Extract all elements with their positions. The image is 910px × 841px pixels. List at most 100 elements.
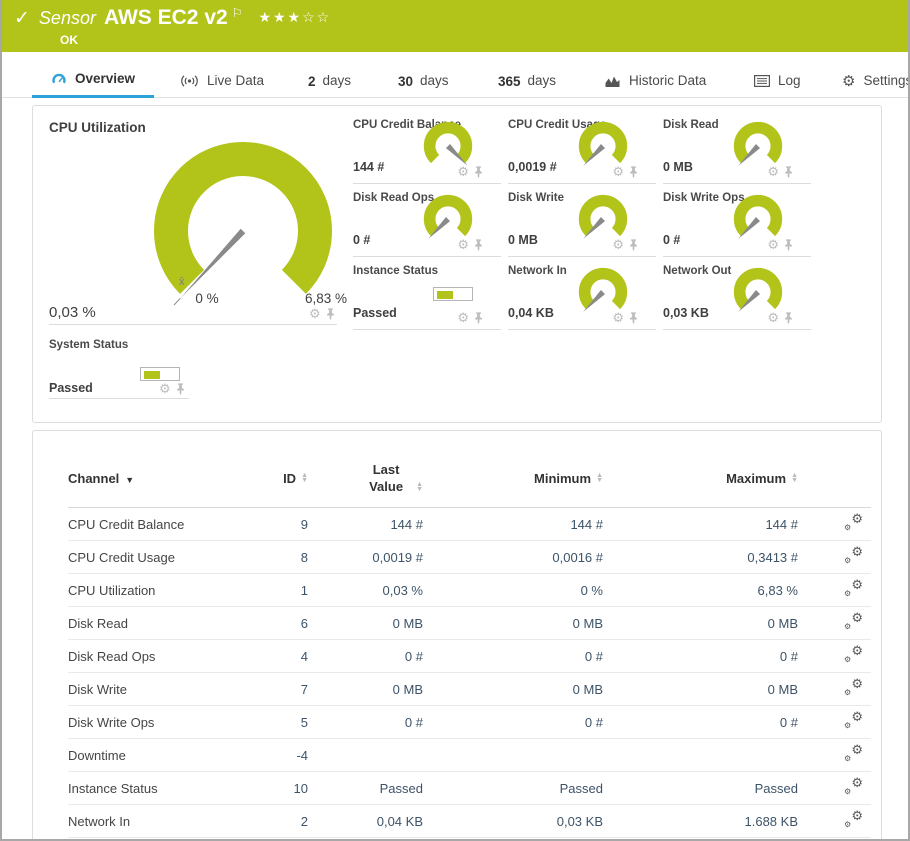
column-header-channel[interactable]: Channel▼ — [68, 455, 243, 508]
gear-icon[interactable]: ⚙ — [159, 382, 171, 395]
flag-icon: ⚐ — [232, 6, 243, 20]
pin-icon[interactable] — [176, 383, 185, 395]
gauge-cell-instance-status[interactable]: Instance StatusPassed⚙ — [353, 257, 501, 330]
edit-channel-icon[interactable]: ⚙⚙ — [844, 712, 863, 729]
gear-icon[interactable]: ⚙ — [612, 311, 624, 324]
edit-channel-icon[interactable]: ⚙⚙ — [844, 514, 863, 531]
cell-actions: ⚙⚙ — [798, 508, 871, 541]
cell-channel: Disk Read — [68, 607, 243, 640]
gauge-cell-disk-write-ops[interactable]: Disk Write Ops0 #⚙ — [663, 184, 811, 257]
gauge-cell-value: 0 MB — [663, 160, 693, 174]
tab-30-days[interactable]: 30days — [398, 64, 449, 98]
gauge-min-label: 0 % — [177, 291, 237, 306]
tab-2-days[interactable]: 2days — [308, 64, 351, 98]
column-header-id[interactable]: ID▲▼ — [243, 455, 308, 508]
cell-maximum: 0,3413 # — [603, 541, 798, 574]
system-status-widget[interactable] — [140, 367, 180, 381]
table-row[interactable]: Instance Status10PassedPassedPassed⚙⚙ — [68, 772, 871, 805]
gear-icon[interactable]: ⚙ — [612, 238, 624, 251]
edit-channel-icon[interactable]: ⚙⚙ — [844, 547, 863, 564]
gear-icon[interactable]: ⚙ — [457, 311, 469, 324]
cell-channel: Downtime — [68, 739, 243, 772]
cell-id: 6 — [243, 607, 308, 640]
gauge-cell-disk-write[interactable]: Disk Write0 MB⚙ — [508, 184, 656, 257]
edit-channel-icon[interactable]: ⚙⚙ — [844, 778, 863, 795]
gauge-cell-title: Disk Read — [663, 119, 719, 131]
pin-icon[interactable] — [784, 166, 793, 178]
edit-channel-icon[interactable]: ⚙⚙ — [844, 646, 863, 663]
cell-minimum: 0,0016 # — [423, 541, 603, 574]
priority-stars[interactable]: ★★★☆☆ — [258, 9, 331, 26]
edit-channel-icon[interactable]: ⚙⚙ — [844, 580, 863, 597]
pin-icon[interactable] — [784, 239, 793, 251]
gauge-cell-disk-read-ops[interactable]: Disk Read Ops0 #⚙ — [353, 184, 501, 257]
cell-channel: Disk Write Ops — [68, 706, 243, 739]
cell-minimum: 0 MB — [423, 607, 603, 640]
sensor-title: AWS EC2 v2 — [104, 6, 228, 30]
table-row[interactable]: Network In20,04 KB0,03 KB1.688 KB⚙⚙ — [68, 805, 871, 838]
gauges-panel: CPU Utilization x̄ 0 % 6,83 % 0,03 % ⚙ S… — [32, 105, 882, 423]
pin-icon[interactable] — [784, 312, 793, 324]
gauge-cell-disk-read[interactable]: Disk Read 0 MB ⚙ — [663, 111, 811, 184]
column-header-last-value[interactable]: Last Value▲▼ — [308, 455, 423, 508]
gauge-cell-actions: ⚙ — [767, 311, 793, 324]
cell-channel: CPU Credit Balance — [68, 508, 243, 541]
tab-365-days[interactable]: 365days — [498, 64, 556, 98]
pin-icon[interactable] — [326, 308, 335, 320]
table-row[interactable]: Disk Write70 MB0 MB0 MB⚙⚙ — [68, 673, 871, 706]
gauge-cell-actions: ⚙ — [457, 165, 483, 178]
edit-channel-icon[interactable]: ⚙⚙ — [844, 613, 863, 630]
tab-historic-data[interactable]: Historic Data — [604, 64, 706, 98]
gauge-cell-cpu-credit-usage[interactable]: CPU Credit Usage0,0019 #⚙ — [508, 111, 656, 184]
pin-icon[interactable] — [629, 312, 638, 324]
gauge-cell-actions: ⚙ — [457, 311, 483, 324]
edit-channel-icon[interactable]: ⚙⚙ — [844, 811, 863, 828]
pin-icon[interactable] — [474, 239, 483, 251]
cell-last-value: Passed — [308, 772, 423, 805]
status-check-icon: ✓ — [14, 7, 30, 30]
pin-icon[interactable] — [629, 239, 638, 251]
gauge-cell-value: 0 MB — [508, 233, 538, 247]
gauge-cell-cpu-credit-balance[interactable]: CPU Credit Balance144 #⚙ — [353, 111, 501, 184]
tab-live-data[interactable]: Live Data — [180, 64, 264, 98]
gear-icon[interactable]: ⚙ — [612, 165, 624, 178]
gauge-cell-value: 0,03 KB — [663, 306, 709, 320]
gear-icon[interactable]: ⚙ — [767, 238, 779, 251]
tab-log[interactable]: Log — [754, 64, 801, 98]
table-row[interactable]: Disk Read60 MB0 MB0 MB⚙⚙ — [68, 607, 871, 640]
column-header-minimum[interactable]: Minimum▲▼ — [423, 455, 603, 508]
tab-settings[interactable]: ⚙Settings — [842, 64, 910, 98]
table-row[interactable]: Disk Read Ops40 #0 #0 #⚙⚙ — [68, 640, 871, 673]
cell-id: 9 — [243, 508, 308, 541]
gear-icon[interactable]: ⚙ — [767, 165, 779, 178]
tab-label: Historic Data — [629, 73, 706, 88]
tab-overview[interactable]: Overview — [32, 64, 154, 98]
gear-icon[interactable]: ⚙ — [767, 311, 779, 324]
sort-desc-icon: ▼ — [125, 475, 134, 485]
table-row[interactable]: CPU Utilization10,03 %0 %6,83 %⚙⚙ — [68, 574, 871, 607]
column-header-maximum[interactable]: Maximum▲▼ — [603, 455, 798, 508]
gear-icon[interactable]: ⚙ — [457, 165, 469, 178]
edit-channel-icon[interactable]: ⚙⚙ — [844, 679, 863, 696]
pin-icon[interactable] — [474, 166, 483, 178]
cell-id: 8 — [243, 541, 308, 574]
gauge-cell-network-out[interactable]: Network Out0,03 KB⚙ — [663, 257, 811, 330]
gauge-cell-network-in[interactable]: Network In0,04 KB⚙ — [508, 257, 656, 330]
table-row[interactable]: Downtime-4⚙⚙ — [68, 739, 871, 772]
table-row[interactable]: CPU Credit Balance9144 #144 #144 #⚙⚙ — [68, 508, 871, 541]
cell-minimum: 0,03 KB — [423, 805, 603, 838]
table-row[interactable]: CPU Credit Usage80,0019 #0,0016 #0,3413 … — [68, 541, 871, 574]
pin-icon[interactable] — [629, 166, 638, 178]
table-row[interactable]: Disk Write Ops50 #0 #0 #⚙⚙ — [68, 706, 871, 739]
pin-icon[interactable] — [474, 312, 483, 324]
gauge-cell-actions: ⚙ — [612, 238, 638, 251]
edit-channel-icon[interactable]: ⚙⚙ — [844, 745, 863, 762]
cell-channel: CPU Credit Usage — [68, 541, 243, 574]
cpu-utilization-gauge[interactable] — [133, 136, 353, 316]
gauge-cell-value: 144 # — [353, 160, 384, 174]
gauge-max-label: 6,83 % — [291, 291, 361, 306]
cell-maximum: 0 MB — [603, 607, 798, 640]
gear-icon[interactable]: ⚙ — [457, 238, 469, 251]
gauge-cell-actions: ⚙ — [612, 165, 638, 178]
gear-icon[interactable]: ⚙ — [309, 307, 321, 320]
